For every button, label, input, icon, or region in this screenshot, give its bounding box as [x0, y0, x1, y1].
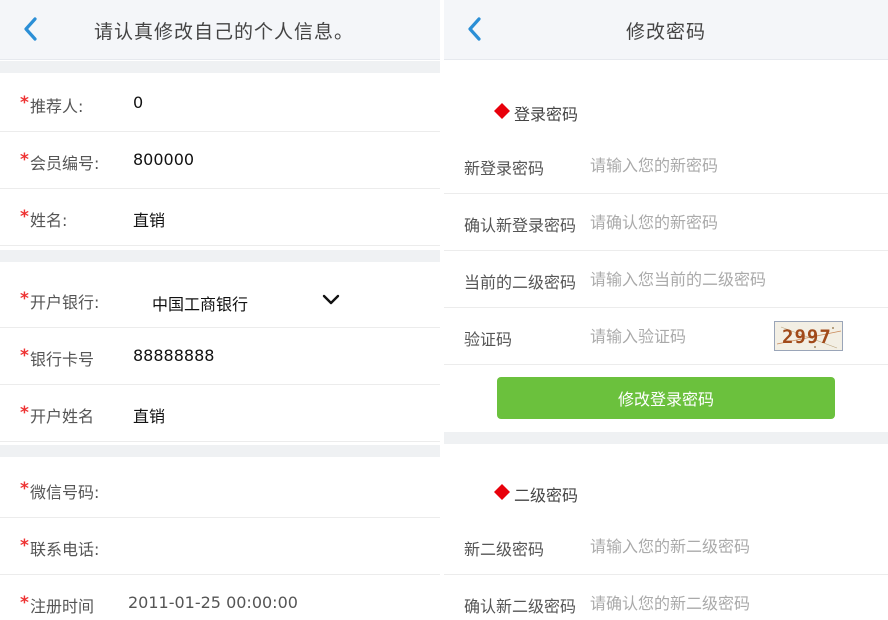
- confirm-login-password-label: 确认新登录密码: [464, 216, 577, 235]
- back-arrow-icon[interactable]: [16, 14, 46, 44]
- new-secondary-password-input[interactable]: [590, 531, 820, 561]
- required-mark: *: [20, 346, 29, 366]
- new-secondary-password-row: 新二级密码: [444, 518, 888, 575]
- wechat-label: 微信号码:: [30, 483, 100, 502]
- new-login-password-row: 新登录密码: [444, 137, 888, 194]
- section-separator: [0, 445, 444, 457]
- change-login-password-button[interactable]: 修改登录密码: [497, 377, 835, 419]
- captcha-input[interactable]: [590, 321, 760, 351]
- account-name-label: 开户姓名: [30, 407, 95, 426]
- confirm-login-password-input[interactable]: [590, 207, 820, 237]
- required-mark: *: [20, 150, 29, 170]
- red-diamond-icon: [494, 484, 510, 500]
- name-row: * 姓名: 直销: [0, 190, 444, 246]
- bank-row[interactable]: * 开户银行: 中国工商银行: [0, 272, 444, 328]
- required-mark: *: [20, 403, 29, 423]
- required-mark: *: [20, 289, 29, 309]
- confirm-login-password-row: 确认新登录密码: [444, 194, 888, 251]
- phone-row: * 联系电话:: [0, 519, 444, 575]
- red-diamond-icon: [494, 103, 510, 119]
- new-login-password-label: 新登录密码: [464, 159, 545, 178]
- current-secondary-password-row: 当前的二级密码: [444, 251, 888, 308]
- bank-label: 开户银行:: [30, 293, 100, 312]
- required-mark: *: [20, 479, 29, 499]
- confirm-secondary-password-row: 确认新二级密码: [444, 575, 888, 620]
- register-time-row: * 注册时间 2011-01-25 00:00:00: [0, 576, 444, 620]
- register-time-value: 2011-01-25 00:00:00: [128, 593, 298, 612]
- new-secondary-password-label: 新二级密码: [464, 540, 545, 559]
- phone-label: 联系电话:: [30, 540, 100, 559]
- name-label: 姓名:: [30, 211, 68, 230]
- account-name-row: * 开户姓名 直销: [0, 386, 444, 442]
- profile-header: 请认真修改自己的个人信息。: [0, 0, 444, 60]
- register-time-label: 注册时间: [30, 597, 95, 616]
- name-value: 直销: [133, 211, 166, 230]
- password-screen: 修改密码 登录密码 新登录密码 确认新登录密码 当前的二级密码 验证码 2997: [444, 0, 888, 620]
- captcha-label: 验证码: [464, 330, 513, 349]
- confirm-secondary-password-label: 确认新二级密码: [464, 597, 577, 616]
- current-secondary-password-input[interactable]: [590, 264, 820, 294]
- bank-select-value[interactable]: 中国工商银行: [152, 291, 248, 315]
- page-title: 请认真修改自己的个人信息。: [94, 21, 355, 43]
- chevron-down-icon[interactable]: [320, 290, 342, 310]
- current-secondary-password-label: 当前的二级密码: [464, 273, 577, 292]
- captcha-image[interactable]: 2997: [774, 321, 843, 351]
- section-separator: [0, 61, 444, 73]
- referrer-value: 0: [133, 93, 144, 112]
- confirm-secondary-password-input[interactable]: [590, 588, 820, 618]
- required-mark: *: [20, 207, 29, 227]
- referrer-row: * 推荐人: 0: [0, 76, 444, 132]
- section-separator: [444, 432, 888, 444]
- captcha-text: 2997: [782, 326, 832, 348]
- account-name-value: 直销: [133, 407, 166, 426]
- password-header: 修改密码: [444, 0, 888, 60]
- required-mark: *: [20, 93, 29, 113]
- referrer-label: 推荐人:: [30, 97, 84, 116]
- required-mark: *: [20, 593, 29, 613]
- member-id-row: * 会员编号: 800000: [0, 133, 444, 189]
- bank-card-value: 88888888: [133, 346, 215, 365]
- required-mark: *: [20, 536, 29, 556]
- bank-card-row: * 银行卡号 88888888: [0, 329, 444, 385]
- wechat-row: * 微信号码:: [0, 462, 444, 518]
- section-separator: [0, 250, 444, 262]
- page-title: 修改密码: [625, 21, 706, 43]
- bank-card-label: 银行卡号: [30, 350, 95, 369]
- profile-screen: 请认真修改自己的个人信息。 * 推荐人: 0 * 会员编号: 800000 * …: [0, 0, 444, 620]
- new-login-password-input[interactable]: [590, 150, 820, 180]
- captcha-row: 验证码 2997: [444, 308, 888, 365]
- member-id-value: 800000: [133, 150, 195, 169]
- member-id-label: 会员编号:: [30, 154, 100, 173]
